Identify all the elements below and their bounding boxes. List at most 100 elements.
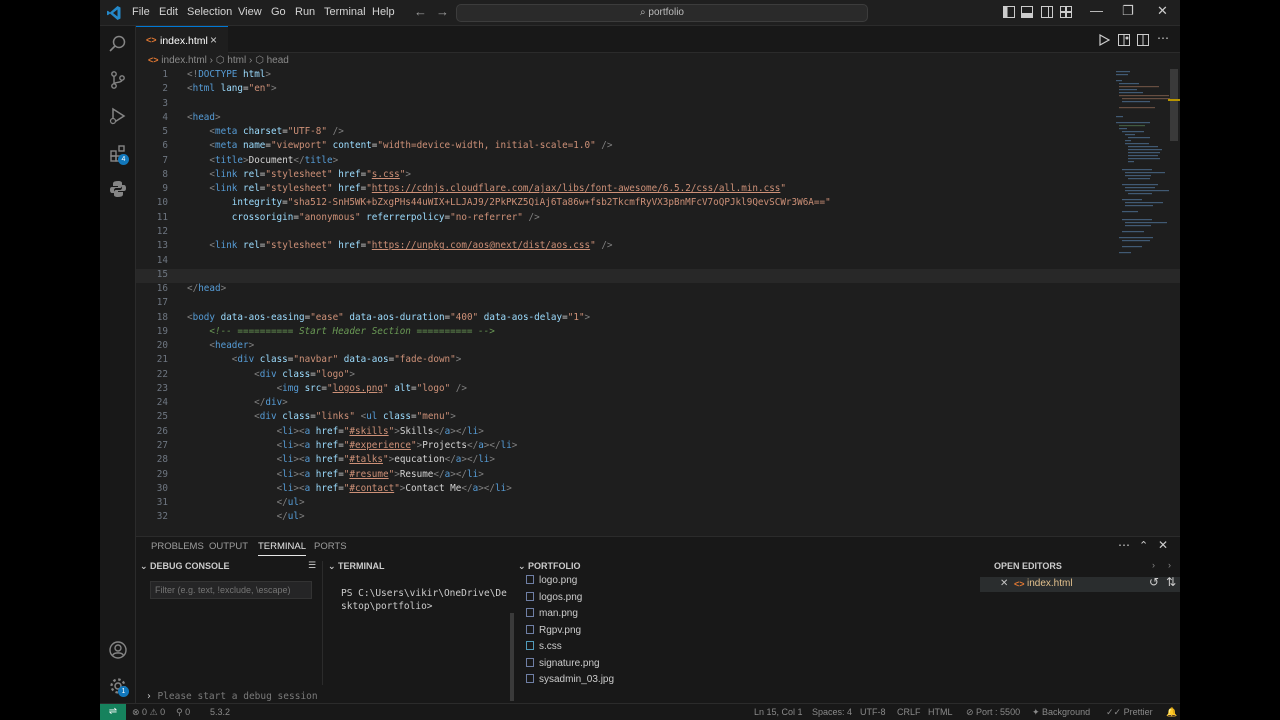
split-editor-icon[interactable]: [1137, 34, 1149, 46]
code-editor[interactable]: 1 <!DOCTYPE html> 2 <html lang="en"> 3 4 <head…: [136, 69, 1180, 529]
code-line[interactable]: 10 integrity="sha512-SnH5WK+bZxgPHs44uWI…: [136, 197, 1180, 211]
python-icon[interactable]: [108, 179, 128, 199]
code-line[interactable]: 24 </div>: [136, 397, 1180, 411]
menu-edit[interactable]: Edit: [159, 6, 178, 18]
restore-icon[interactable]: ❐: [1122, 3, 1134, 19]
compare-icon[interactable]: ⇅: [1166, 575, 1176, 589]
file-item[interactable]: s.css: [526, 641, 562, 652]
breadcrumb-html[interactable]: html: [227, 55, 246, 66]
code-line[interactable]: 9 <link rel="stylesheet" href="https://c…: [136, 183, 1180, 197]
toggle-secondary-sidebar-icon[interactable]: [1041, 6, 1053, 18]
encoding[interactable]: UTF-8: [860, 707, 886, 717]
menu-help[interactable]: Help: [372, 6, 395, 18]
file-item[interactable]: logos.png: [526, 591, 582, 603]
chevron-right-icon[interactable]: ›: [1152, 560, 1155, 570]
tab-problems[interactable]: PROBLEMS: [151, 541, 204, 552]
code-line[interactable]: 6 <meta name="viewport" content="width=d…: [136, 140, 1180, 154]
code-line[interactable]: 23 <img src="logos.png" alt="logo" />: [136, 383, 1180, 397]
file-item[interactable]: logo.png: [526, 575, 577, 586]
live-server-port[interactable]: ⊘ Port : 5500: [966, 707, 1020, 718]
menu-run[interactable]: Run: [295, 6, 315, 18]
breadcrumb-file[interactable]: index.html: [161, 55, 207, 66]
source-control-icon[interactable]: [108, 70, 128, 90]
filter-list-icon[interactable]: ☰: [308, 560, 316, 571]
code-line[interactable]: 5 <meta charset="UTF-8" />: [136, 126, 1180, 140]
tab-close-icon[interactable]: ×: [210, 33, 217, 47]
terminal-header[interactable]: ⌄ TERMINAL: [328, 561, 513, 575]
code-line[interactable]: 8 <link rel="stylesheet" href="s.css">: [136, 169, 1180, 183]
code-line[interactable]: 13 <link rel="stylesheet" href="https://…: [136, 240, 1180, 254]
prettier-indicator[interactable]: ✓✓ Prettier: [1106, 707, 1153, 718]
language-mode[interactable]: HTML: [928, 707, 953, 717]
toggle-primary-sidebar-icon[interactable]: [1003, 6, 1015, 18]
code-line[interactable]: 20 <header>: [136, 340, 1180, 354]
terminal-output[interactable]: PS C:\Users\vikir\OneDrive\Desktop\portf…: [341, 587, 511, 613]
file-item[interactable]: Rgpv.png: [526, 624, 581, 636]
code-line[interactable]: 3: [136, 98, 1180, 112]
menu-go[interactable]: Go: [271, 6, 286, 18]
tab-output[interactable]: OUTPUT: [209, 541, 248, 552]
indentation[interactable]: Spaces: 4: [812, 707, 852, 717]
breadcrumb-head[interactable]: head: [267, 55, 289, 66]
toggle-panel-icon[interactable]: [1021, 6, 1033, 18]
debug-filter-input[interactable]: [150, 581, 312, 599]
code-line[interactable]: 15: [136, 268, 1180, 284]
customize-layout-icon[interactable]: [1060, 6, 1072, 18]
code-line[interactable]: 27 <li><a href="#experience">Projects</a…: [136, 440, 1180, 454]
more-actions-icon[interactable]: ⋯: [1157, 31, 1169, 45]
code-line[interactable]: 25 <div class="links" <ul class="menu">: [136, 411, 1180, 425]
back-arrow-icon[interactable]: ←: [414, 4, 427, 19]
editor-scrollbar[interactable]: [1170, 69, 1178, 141]
tab-index-html[interactable]: <> index.html ×: [136, 26, 228, 53]
history-icon[interactable]: ↺: [1149, 575, 1159, 589]
code-line[interactable]: 12: [136, 226, 1180, 240]
file-item[interactable]: signature.png: [526, 657, 600, 669]
explorer-search-icon[interactable]: [108, 34, 128, 54]
portfolio-header[interactable]: ⌄ PORTFOLIO: [518, 561, 978, 575]
code-line[interactable]: 30 <li><a href="#contact">Contact Me</a>…: [136, 483, 1180, 497]
code-line[interactable]: 4 <head>: [136, 112, 1180, 126]
remote-icon[interactable]: ⇌: [100, 704, 126, 720]
version-indicator[interactable]: 5.3.2: [210, 707, 230, 717]
close-panel-icon[interactable]: ✕: [1158, 538, 1168, 552]
debug-console-input[interactable]: › Please start a debug session: [146, 691, 318, 702]
run-icon[interactable]: [1098, 34, 1110, 46]
maximize-panel-icon[interactable]: ⌃: [1139, 539, 1148, 552]
errors-indicator[interactable]: ⊗ 0 ⚠ 0: [132, 707, 165, 718]
open-editors-header[interactable]: OPEN EDITORS › ›: [980, 560, 1180, 575]
run-debug-icon[interactable]: [108, 106, 128, 126]
code-line[interactable]: 1 <!DOCTYPE html>: [136, 69, 1180, 83]
cursor-position[interactable]: Ln 15, Col 1: [754, 707, 803, 717]
chevron-right-icon[interactable]: ›: [1168, 560, 1171, 570]
ports-indicator[interactable]: ⚲ 0: [176, 707, 190, 718]
code-line[interactable]: 21 <div class="navbar" data-aos="fade-do…: [136, 354, 1180, 368]
code-line[interactable]: 11 crossorigin="anonymous" referrerpolic…: [136, 212, 1180, 226]
line-ending[interactable]: CRLF: [897, 707, 921, 717]
file-item[interactable]: sysadmin_03.jpg: [526, 674, 614, 685]
code-line[interactable]: 31 </ul>: [136, 497, 1180, 511]
menu-file[interactable]: File: [132, 6, 150, 18]
menu-view[interactable]: View: [238, 6, 262, 18]
code-line[interactable]: 32 </ul>: [136, 511, 1180, 525]
debug-console-header[interactable]: ⌄ DEBUG CONSOLE ☰: [136, 560, 322, 575]
terminal-scrollbar[interactable]: [510, 613, 514, 701]
command-center-search[interactable]: ⌕ portfolio: [456, 4, 868, 22]
code-line[interactable]: 29 <li><a href="#resume">Resume</a></li>: [136, 469, 1180, 483]
menu-selection[interactable]: Selection: [187, 6, 232, 18]
tab-terminal[interactable]: TERMINAL: [258, 541, 307, 556]
code-line[interactable]: 2 <html lang="en">: [136, 83, 1180, 97]
code-line[interactable]: 16 </head>: [136, 283, 1180, 297]
code-line[interactable]: 19 <!-- ========== Start Header Section …: [136, 326, 1180, 340]
tab-ports[interactable]: PORTS: [314, 541, 347, 552]
menu-terminal[interactable]: Terminal: [324, 6, 366, 18]
code-line[interactable]: 7 <title>Document</title>: [136, 155, 1180, 169]
minimap[interactable]: [1114, 69, 1172, 259]
code-line[interactable]: 18 <body data-aos-easing="ease" data-aos-…: [136, 312, 1180, 326]
minimize-icon[interactable]: —: [1090, 3, 1103, 18]
code-line[interactable]: 17: [136, 297, 1180, 311]
forward-arrow-icon[interactable]: →: [436, 4, 449, 19]
close-window-icon[interactable]: ✕: [1157, 3, 1168, 19]
close-editor-icon[interactable]: ✕: [1000, 578, 1008, 589]
accounts-icon[interactable]: [108, 640, 128, 660]
code-line[interactable]: 22 <div class="logo">: [136, 369, 1180, 383]
